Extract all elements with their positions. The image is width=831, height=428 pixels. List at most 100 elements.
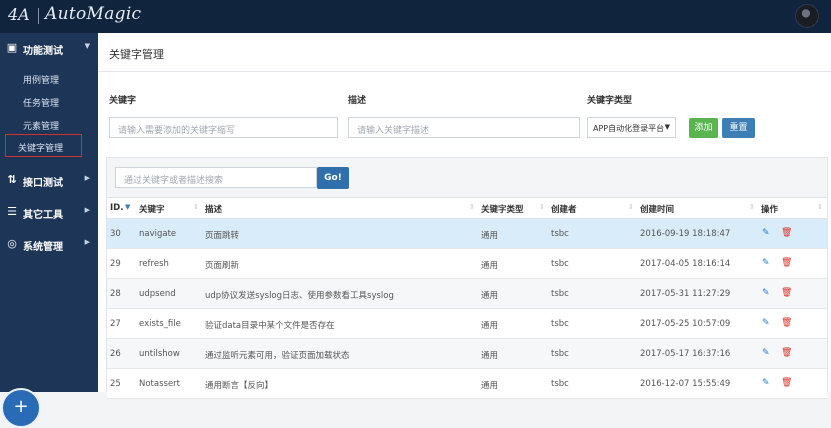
delete-icon[interactable]: 🗑	[781, 318, 792, 329]
sidebar-group-system-management[interactable]: ◎ 系统管理 ▶	[0, 229, 98, 260]
header-created-time[interactable]: 创建时间	[640, 203, 674, 215]
sidebar-item-label: 关键字管理	[18, 144, 64, 154]
cell-type: 通用	[481, 291, 499, 301]
caret-down-icon: ▼	[664, 123, 670, 131]
header-creator[interactable]: 创建者	[551, 203, 577, 215]
search-input[interactable]: 通过关键字或者描述搜索	[115, 167, 317, 188]
cell-created-time: 2017-05-17 16:37:16	[640, 349, 731, 359]
sort-icon[interactable]: ⇕	[749, 203, 755, 211]
sort-icon[interactable]: ⇕	[817, 203, 823, 211]
cell-created-time: 2016-12-07 15:55:49	[640, 379, 731, 389]
cell-id: 27	[110, 319, 121, 329]
interface-icon: ⇅	[7, 173, 17, 186]
keyword-input[interactable]: 请输入需要添加的关键字缩写	[109, 117, 338, 138]
description-input[interactable]: 请输入关键字描述	[348, 117, 580, 138]
sidebar-group-label: 系统管理	[23, 242, 63, 253]
cell-description: 验证data目录中某个文件是否存在	[205, 321, 335, 331]
app-title: AutoMagic	[45, 4, 142, 24]
sidebar-item-case-management[interactable]: 用例管理	[0, 67, 98, 90]
cell-creator: tsbc	[551, 319, 569, 329]
cell-keyword: untilshow	[139, 349, 180, 359]
sidebar-item-label: 元素管理	[23, 122, 60, 132]
edit-icon[interactable]: ✎	[762, 379, 771, 388]
description-label: 描述	[348, 96, 367, 106]
sidebar-item-element-management[interactable]: 元素管理	[0, 113, 98, 136]
sort-icon[interactable]: ⇕	[628, 203, 634, 211]
cell-keyword: exists_file	[139, 319, 181, 329]
table-row[interactable]: 26 untilshow 通过监听元素可用，验证页面加载状态 通用 tsbc 2…	[107, 339, 827, 369]
cell-description: 页面刷新	[205, 261, 240, 271]
sort-icon[interactable]: ⇕	[193, 203, 199, 211]
cell-creator: tsbc	[551, 379, 569, 389]
app-logo-icon: 4A	[8, 5, 30, 24]
sort-icon[interactable]: ⇕	[469, 203, 475, 211]
sidebar-group-other-tools[interactable]: ☰ 其它工具 ▶	[0, 197, 98, 228]
header-id[interactable]: ID.	[110, 203, 123, 213]
cell-keyword: udpsend	[139, 289, 176, 299]
cell-id: 25	[110, 379, 121, 389]
delete-icon[interactable]: 🗑	[781, 378, 792, 389]
user-avatar[interactable]	[795, 4, 819, 28]
keyword-type-value: APP自动化登录平台	[593, 124, 665, 133]
table-row[interactable]: 27 exists_file 验证data目录中某个文件是否存在 通用 tsbc…	[107, 309, 827, 339]
sidebar-group-interface-test[interactable]: ⇅ 接口测试 ▶	[0, 165, 98, 196]
settings-icon: ◎	[7, 237, 17, 250]
edit-icon[interactable]: ✎	[762, 259, 771, 268]
reset-button[interactable]: 重置	[722, 118, 755, 138]
search-go-button[interactable]: Go!	[317, 167, 349, 189]
sidebar: ▣ 功能测试 ▼ 用例管理 任务管理 元素管理 关键字管理 ⇅ 接口测试 ▶ ☰…	[0, 33, 98, 428]
add-button[interactable]: 添加	[689, 118, 718, 138]
cell-type: 通用	[481, 231, 499, 241]
chevron-right-icon: ▶	[84, 238, 90, 246]
add-fab-button[interactable]: +	[1, 388, 41, 428]
edit-icon[interactable]: ✎	[762, 319, 771, 328]
cell-id: 29	[110, 259, 121, 269]
cell-keyword: navigate	[139, 229, 177, 239]
delete-icon[interactable]: 🗑	[781, 348, 792, 359]
delete-icon[interactable]: 🗑	[781, 288, 792, 299]
sidebar-group-label: 其它工具	[23, 210, 63, 221]
sort-icon[interactable]: ⇕	[539, 203, 545, 211]
cell-type: 通用	[481, 351, 499, 361]
edit-icon[interactable]: ✎	[762, 229, 771, 238]
sidebar-item-keyword-management[interactable]: 关键字管理	[5, 134, 82, 157]
cell-created-time: 2017-05-31 11:27:29	[640, 289, 731, 299]
sidebar-item-label: 任务管理	[23, 99, 60, 109]
page-title: 关键字管理	[109, 48, 164, 61]
header-type[interactable]: 关键字类型	[481, 203, 524, 215]
chevron-right-icon: ▶	[84, 174, 90, 182]
cell-keyword: Notassert	[139, 379, 181, 389]
sidebar-group-functional-test[interactable]: ▣ 功能测试 ▼	[0, 33, 98, 64]
cell-created-time: 2017-05-25 10:57:09	[640, 319, 731, 329]
table-header: ID. ▼ 关键字 ⇕ 描述 ⇕ 关键字类型 ⇕ 创建者 ⇕ 创建时间 ⇕ 操作…	[107, 197, 827, 219]
chevron-down-icon: ▼	[84, 42, 90, 50]
table-row[interactable]: 28 udpsend udp协议发送syslog日志、使用参数看工具syslog…	[107, 279, 827, 309]
delete-icon[interactable]: 🗑	[781, 228, 792, 239]
header-actions: 操作	[761, 205, 779, 215]
sidebar-item-task-management[interactable]: 任务管理	[0, 90, 98, 113]
cell-creator: tsbc	[551, 229, 569, 239]
cell-type: 通用	[481, 321, 499, 331]
edit-icon[interactable]: ✎	[762, 349, 771, 358]
keyword-label: 关键字	[109, 96, 137, 106]
header-description[interactable]: 描述	[205, 203, 222, 215]
keyword-type-label: 关键字类型	[587, 96, 633, 106]
search-row: 通过关键字或者描述搜索 Go!	[107, 158, 829, 197]
cell-description: 通用断言【反向】	[205, 381, 274, 391]
cell-created-time: 2016-09-19 18:18:47	[640, 229, 731, 239]
delete-icon[interactable]: 🗑	[781, 258, 792, 269]
table-row[interactable]: 25 Notassert 通用断言【反向】 通用 tsbc 2016-12-07…	[107, 369, 827, 399]
logo-divider	[38, 8, 39, 24]
header-keyword[interactable]: 关键字	[139, 203, 165, 215]
sort-desc-icon[interactable]: ▼	[125, 203, 130, 211]
table-row[interactable]: 29 refresh 页面刷新 通用 tsbc 2017-04-05 18:16…	[107, 249, 827, 279]
cell-description: 通过监听元素可用，验证页面加载状态	[205, 351, 350, 361]
tools-icon: ☰	[7, 205, 17, 218]
keyword-type-select[interactable]: APP自动化登录平台 ▼	[587, 117, 676, 138]
edit-icon[interactable]: ✎	[762, 289, 771, 298]
cell-id: 28	[110, 289, 121, 299]
table-row[interactable]: 30 navigate 页面跳转 通用 tsbc 2016-09-19 18:1…	[107, 219, 827, 249]
sidebar-group-label: 功能测试	[23, 46, 63, 57]
cell-id: 26	[110, 349, 121, 359]
keyword-table-panel: 通过关键字或者描述搜索 Go! ID. ▼ 关键字 ⇕ 描述 ⇕ 关键字类型 ⇕…	[106, 157, 829, 399]
